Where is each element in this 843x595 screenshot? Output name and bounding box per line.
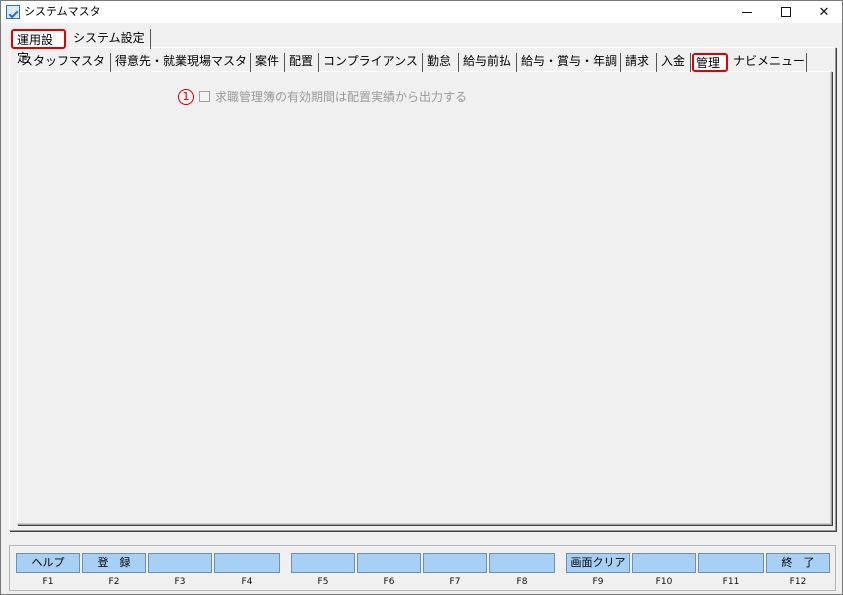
f1-key-label: F1 [42, 577, 54, 587]
f7-button[interactable] [423, 553, 487, 573]
f6-key-label: F6 [383, 577, 395, 587]
maximize-icon [781, 7, 791, 17]
title-bar: システムマスタ ✕ [1, 1, 842, 23]
f4-button[interactable] [214, 553, 280, 573]
f8-key-label: F8 [516, 577, 528, 587]
tab-salary-bonus-yearend[interactable]: 給与・賞与・年調 [519, 53, 621, 72]
job-register-option-row: 1 求職管理簿の有効期間は配置実績から出力する [178, 88, 467, 105]
tab-navi-menu[interactable]: ナビメニュー [731, 53, 807, 72]
f2-key-label: F2 [108, 577, 120, 587]
tab-payment[interactable]: 入金 [659, 53, 691, 72]
f12-exit-button[interactable]: 終 了 [766, 553, 830, 573]
maximize-button[interactable] [765, 1, 807, 23]
f11-button[interactable] [698, 553, 764, 573]
f6-button[interactable] [357, 553, 421, 573]
f2-register-button[interactable]: 登 録 [82, 553, 146, 573]
job-register-period-label: 求職管理簿の有効期間は配置実績から出力する [215, 90, 468, 104]
tab-attendance[interactable]: 勤怠 [425, 53, 459, 72]
tab-management[interactable]: 管理 [692, 53, 728, 72]
f10-key-label: F10 [655, 577, 673, 587]
tab-client-site-master[interactable]: 得意先・就業現場マスタ [113, 53, 251, 72]
tab-operation-settings[interactable]: 運用設定 [11, 29, 66, 65]
callout-marker: 1 [178, 88, 194, 105]
tab-system-settings[interactable]: システム設定 [69, 29, 151, 49]
f1-help-button[interactable]: ヘルプ [16, 553, 80, 573]
f12-key-label: F12 [789, 577, 807, 587]
f10-button[interactable] [632, 553, 696, 573]
tab-staff-master[interactable]: スタッフマスタ [19, 53, 111, 72]
close-icon: ✕ [818, 4, 830, 20]
tab-salary-advance[interactable]: 給与前払 [461, 53, 517, 72]
tab-projects[interactable]: 案件 [253, 53, 285, 72]
f3-button[interactable] [148, 553, 212, 573]
window-title: システムマスタ [24, 5, 101, 18]
tab-billing[interactable]: 請求 [623, 53, 657, 72]
f9-key-label: F9 [592, 577, 604, 587]
f5-key-label: F5 [317, 577, 329, 587]
f8-button[interactable] [489, 553, 555, 573]
tab-compliance[interactable]: コンプライアンス [321, 53, 423, 72]
close-button[interactable]: ✕ [803, 1, 843, 23]
minimize-icon [742, 11, 752, 13]
system-master-window: システムマスタ ✕ 運用設定 システム設定 スタッフマスタ 得意先・就業現場マス… [0, 0, 843, 595]
minimize-button[interactable] [726, 1, 768, 23]
f7-key-label: F7 [449, 577, 461, 587]
f3-key-label: F3 [174, 577, 186, 587]
app-icon [6, 5, 20, 19]
f5-button[interactable] [291, 553, 355, 573]
tab-assignment[interactable]: 配置 [287, 53, 319, 72]
f4-key-label: F4 [241, 577, 253, 587]
f11-key-label: F11 [722, 577, 740, 587]
f9-clear-screen-button[interactable]: 画面クリア [566, 553, 630, 573]
management-tab-panel [17, 71, 832, 525]
job-register-period-checkbox[interactable] [199, 91, 210, 102]
